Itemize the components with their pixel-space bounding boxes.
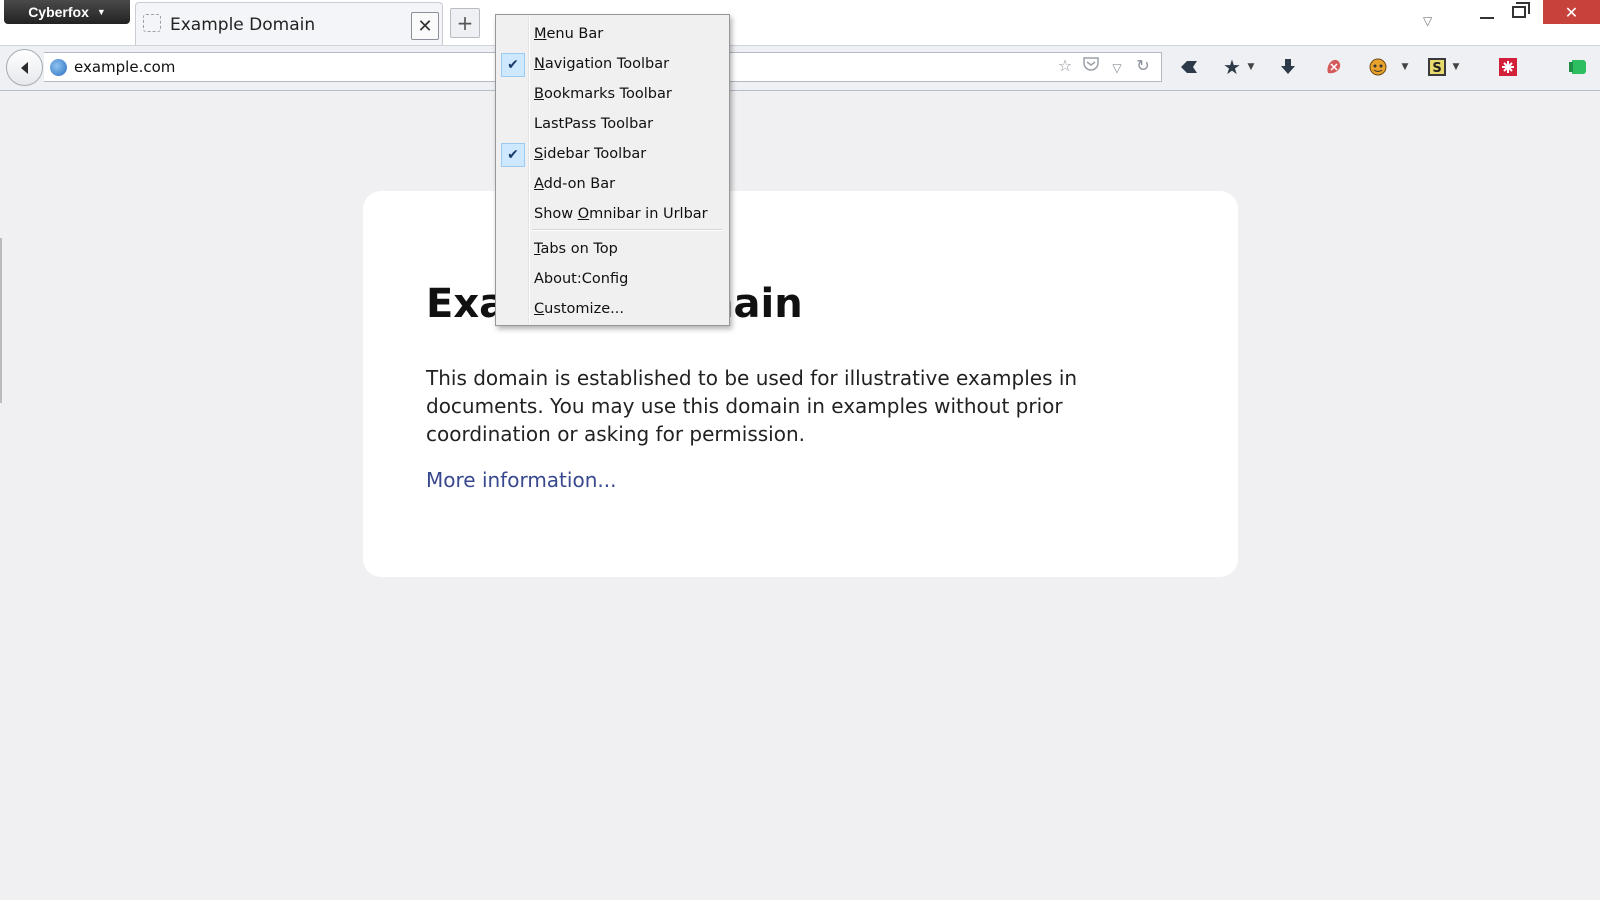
restore-button[interactable] bbox=[1512, 2, 1530, 18]
menu-item-customize[interactable]: Customize... bbox=[498, 297, 727, 323]
menu-item-label: Sidebar Toolbar bbox=[534, 146, 647, 162]
menu-item-label: LastPass Toolbar bbox=[534, 116, 654, 132]
stylish-icon[interactable]: S bbox=[1425, 52, 1449, 82]
back-arrow-icon bbox=[20, 61, 28, 74]
menu-item-about-config[interactable]: About:Config bbox=[498, 267, 727, 293]
url-text[interactable]: example.com bbox=[74, 58, 175, 76]
menu-item-label: Customize... bbox=[534, 301, 624, 317]
menu-item-label: Tabs on Top bbox=[534, 241, 618, 257]
menu-item-show-omnibar[interactable]: Show Omnibar in Urlbar bbox=[498, 202, 727, 228]
checkmark-icon: ✔ bbox=[501, 53, 525, 77]
greasemonkey-dropdown-icon[interactable]: ▼ bbox=[1399, 52, 1411, 82]
menu-item-label: Show Omnibar in Urlbar bbox=[534, 206, 708, 222]
chevron-down-icon: ▼ bbox=[96, 7, 106, 17]
list-all-tabs-icon[interactable]: ▽ bbox=[1423, 14, 1432, 28]
app-name: Cyberfox bbox=[28, 4, 89, 20]
menu-item-label: About:Config bbox=[534, 271, 629, 287]
close-window-button[interactable]: ✕ bbox=[1543, 0, 1600, 24]
menu-item-label: Add-on Bar bbox=[534, 176, 616, 192]
bookmark-star-icon[interactable]: ☆ bbox=[1055, 56, 1075, 80]
menu-item-navigation-toolbar[interactable]: ✔ Navigation Toolbar bbox=[498, 52, 727, 78]
minimize-button[interactable] bbox=[1480, 17, 1494, 19]
menu-item-label: Menu Bar bbox=[534, 26, 604, 42]
addon-red-icon[interactable] bbox=[1495, 52, 1521, 82]
page-favicon-icon bbox=[143, 14, 161, 32]
reload-icon[interactable]: ↻ bbox=[1133, 56, 1153, 80]
navigation-toolbar: example.com ☆ ▽ ↻ ★ ▼ ▼ S ▼ bbox=[0, 46, 1600, 91]
bookmark-back-icon[interactable] bbox=[1175, 52, 1203, 82]
tab-strip: Cyberfox ▼ Example Domain ✕ + ▽ ✕ bbox=[0, 0, 1600, 46]
stylish-dropdown-icon[interactable]: ▼ bbox=[1450, 52, 1462, 82]
back-button[interactable] bbox=[6, 49, 43, 86]
tab-example-domain[interactable]: Example Domain ✕ bbox=[135, 2, 443, 45]
pocket-icon[interactable] bbox=[1081, 56, 1101, 80]
svg-text:S: S bbox=[1432, 61, 1441, 76]
menu-item-label: Navigation Toolbar bbox=[534, 56, 670, 72]
menu-item-lastpass-toolbar[interactable]: LastPass Toolbar bbox=[498, 112, 727, 138]
menu-item-add-on-bar[interactable]: Add-on Bar bbox=[498, 172, 727, 198]
menu-separator bbox=[532, 229, 722, 231]
more-information-link[interactable]: More information... bbox=[426, 468, 616, 492]
checkmark-icon: ✔ bbox=[501, 143, 525, 167]
evernote-icon[interactable] bbox=[1565, 52, 1591, 82]
toolbar-context-menu: Menu Bar ✔ Navigation Toolbar Bookmarks … bbox=[495, 14, 730, 326]
tab-close-button[interactable]: ✕ bbox=[411, 12, 439, 40]
bookmarks-star-icon[interactable]: ★ bbox=[1219, 52, 1245, 82]
bookmarks-dropdown-icon[interactable]: ▼ bbox=[1245, 52, 1257, 82]
menu-item-bookmarks-toolbar[interactable]: Bookmarks Toolbar bbox=[498, 82, 727, 108]
greasemonkey-icon[interactable] bbox=[1365, 52, 1391, 82]
url-bar-icons: ☆ ▽ ↻ bbox=[1055, 56, 1153, 80]
menu-item-sidebar-toolbar[interactable]: ✔ Sidebar Toolbar bbox=[498, 142, 727, 168]
lastpass-icon[interactable] bbox=[1321, 52, 1347, 82]
downloads-icon[interactable] bbox=[1275, 52, 1301, 82]
menu-item-menu-bar[interactable]: Menu Bar bbox=[498, 22, 727, 48]
new-tab-button[interactable]: + bbox=[450, 8, 480, 38]
site-identity-icon[interactable] bbox=[50, 59, 67, 76]
tab-title: Example Domain bbox=[170, 15, 316, 35]
url-history-dropdown-icon[interactable]: ▽ bbox=[1107, 56, 1127, 80]
page-paragraph: This domain is established to be used fo… bbox=[426, 366, 1078, 446]
window-edge-divider bbox=[0, 238, 2, 403]
menu-item-label: Bookmarks Toolbar bbox=[534, 86, 672, 102]
app-menu-button[interactable]: Cyberfox ▼ bbox=[4, 0, 130, 24]
menu-item-tabs-on-top[interactable]: Tabs on Top bbox=[498, 237, 727, 263]
